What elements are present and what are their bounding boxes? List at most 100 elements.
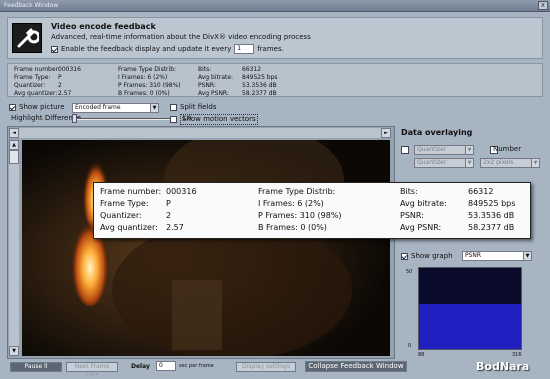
overlay-p-frames: P Frames: 310 (98%) — [258, 211, 342, 220]
video-frame-image — [22, 140, 390, 356]
highlight-label: Highlight Difference — [11, 114, 81, 122]
close-button[interactable]: x — [538, 1, 548, 10]
graph-y-max: 50 — [406, 269, 413, 275]
show-picture-row: Show picture — [9, 103, 65, 112]
display-settings-button[interactable]: Display settings — [236, 362, 296, 372]
highlight-slider-track[interactable] — [72, 118, 176, 120]
p-frames-value: P Frames: 310 (98%) — [118, 82, 181, 89]
next-frame-button[interactable]: Next Frame >>> — [66, 362, 118, 378]
overlay-frame-type-value: P — [166, 199, 171, 208]
watermark: BodNara — [476, 360, 530, 373]
graph-x-max: 316 — [512, 352, 522, 358]
update-interval-input[interactable]: 1 — [234, 44, 255, 54]
scroll-down-icon[interactable]: ▼ — [9, 346, 19, 356]
graph-y-min: 0 — [408, 343, 412, 349]
bits-value: 66312 — [242, 66, 262, 73]
pixel-size-select[interactable]: 2x2 pixels ▼ — [480, 158, 540, 168]
overlay-avg-quantizer-value: 2.57 — [166, 223, 184, 232]
psnr-label: PSNR: — [198, 82, 216, 89]
overlay1-select[interactable]: Quantizer ▼ — [414, 145, 474, 155]
close-icon: x — [540, 1, 546, 9]
chevron-down-icon: ▼ — [150, 104, 158, 112]
window-title-bar: Feedback Window — [0, 0, 550, 12]
avg-psnr-value: 58.2377 dB — [242, 90, 277, 97]
overlay-frame-type-label: Frame Type: — [100, 199, 149, 208]
window-title: Feedback Window — [4, 2, 59, 9]
overlay-psnr-label: PSNR: — [400, 211, 424, 220]
highlight-slider-thumb[interactable] — [72, 114, 77, 123]
delay-input[interactable]: 0 — [156, 361, 176, 371]
split-fields-label: Split fields — [180, 103, 217, 111]
quantizer-value: 2 — [58, 82, 62, 89]
frame-number-value: 000316 — [58, 66, 81, 73]
graph-metric-value: PSNR — [465, 252, 482, 259]
overlay-quantizer-label: Quantizer: — [100, 211, 142, 220]
scroll-right-icon[interactable]: ► — [381, 128, 391, 138]
avg-psnr-label: Avg PSNR: — [198, 90, 229, 97]
wrench-icon — [12, 23, 42, 53]
show-picture-checkbox[interactable] — [9, 104, 16, 111]
scroll-up-icon[interactable]: ▲ — [9, 140, 19, 150]
collapse-feedback-button[interactable]: Collapse Feedback Window — [305, 361, 407, 372]
split-fields-checkbox[interactable] — [170, 104, 177, 111]
enable-row: Enable the feedback display and update i… — [51, 44, 284, 54]
show-motion-checkbox[interactable] — [170, 116, 177, 123]
scroll-thumb[interactable] — [9, 150, 19, 164]
b-frames-value: B Frames: 0 (0%) — [118, 90, 170, 97]
overlay2-select[interactable]: Quantizer ▼ — [414, 158, 474, 168]
split-fields-row: Split fields — [170, 103, 217, 112]
overlay-quantizer-value: 2 — [166, 211, 172, 220]
distrib-label: Frame Type Distrib: — [118, 66, 177, 73]
show-picture-label: Show picture — [19, 103, 65, 111]
data-overlay-title: Data overlaying — [401, 128, 473, 137]
enable-feedback-checkbox[interactable] — [51, 45, 58, 53]
show-motion-label: Show motion vectors — [180, 114, 258, 125]
avg-bitrate-label: Avg bitrate: — [198, 74, 234, 81]
i-frames-value: I Frames: 6 (2%) — [118, 74, 168, 81]
show-graph-checkbox[interactable] — [401, 253, 408, 260]
overlay-avg-quantizer-label: Avg quantizer: — [100, 223, 158, 232]
delay-unit-label: sec per frame — [179, 363, 214, 369]
pixel-size-value: 2x2 pixels — [483, 159, 514, 166]
overlay-i-frames: I Frames: 6 (2%) — [258, 199, 324, 208]
feedback-overlay-box: Frame number: 000316 Frame Type: P Quant… — [93, 182, 531, 239]
chevron-down-icon: ▼ — [465, 159, 473, 167]
picture-mode-value: Encoded frame — [75, 104, 121, 111]
header-panel: Video encode feedback Advanced, real-tim… — [7, 17, 543, 59]
stats-panel: Frame number: 000316 Frame Type: P Quant… — [7, 63, 543, 97]
overlay1-checkbox[interactable] — [401, 146, 409, 154]
avg-bitrate-value: 849525 bps — [242, 74, 278, 81]
overlay-avg-psnr-value: 58.2377 dB — [468, 223, 515, 232]
graph-metric-select[interactable]: PSNR ▼ — [462, 251, 532, 261]
graph-x-min: 88 — [418, 352, 425, 358]
enable-feedback-label: Enable the feedback display and update i… — [61, 45, 232, 53]
psnr-graph — [418, 267, 522, 350]
overlay2-value: Quantizer — [417, 159, 447, 166]
vertical-scrollbar[interactable]: ▲ ▼ — [9, 140, 19, 356]
interval-unit-label: frames. — [257, 45, 284, 53]
chevron-down-icon: ▼ — [531, 159, 539, 167]
bits-label: Bits: — [198, 66, 212, 73]
pause-button[interactable]: Pause ll — [10, 362, 62, 372]
overlay-b-frames: B Frames: 0 (0%) — [258, 223, 327, 232]
overlay-avg-bitrate-label: Avg bitrate: — [400, 199, 447, 208]
header-title: Video encode feedback — [51, 22, 156, 31]
scroll-left-icon[interactable]: ◄ — [9, 128, 19, 138]
picture-mode-select[interactable]: Encoded frame ▼ — [72, 103, 159, 113]
overlay-frame-number-value: 000316 — [166, 187, 197, 196]
frame-number-label: Frame number: — [14, 66, 60, 73]
quantizer-label: Quantizer: — [14, 82, 46, 89]
graph-fill — [419, 304, 521, 349]
show-motion-row: Show motion vectors — [170, 114, 258, 125]
overlay-frame-number-label: Frame number: — [100, 187, 162, 196]
psnr-value: 53.3536 dB — [242, 82, 277, 89]
number-label: Number — [493, 145, 522, 153]
show-graph-label: Show graph — [411, 252, 453, 260]
overlay-psnr-value: 53.3536 dB — [468, 211, 515, 220]
horizontal-scrollbar[interactable]: ◄ ► — [9, 128, 391, 138]
avg-quantizer-label: Avg quantizer: — [14, 90, 58, 97]
delay-label: Delay — [131, 363, 150, 370]
overlay-bits-label: Bits: — [400, 187, 418, 196]
chevron-down-icon: ▼ — [465, 146, 473, 154]
frame-type-label: Frame Type: — [14, 74, 51, 81]
